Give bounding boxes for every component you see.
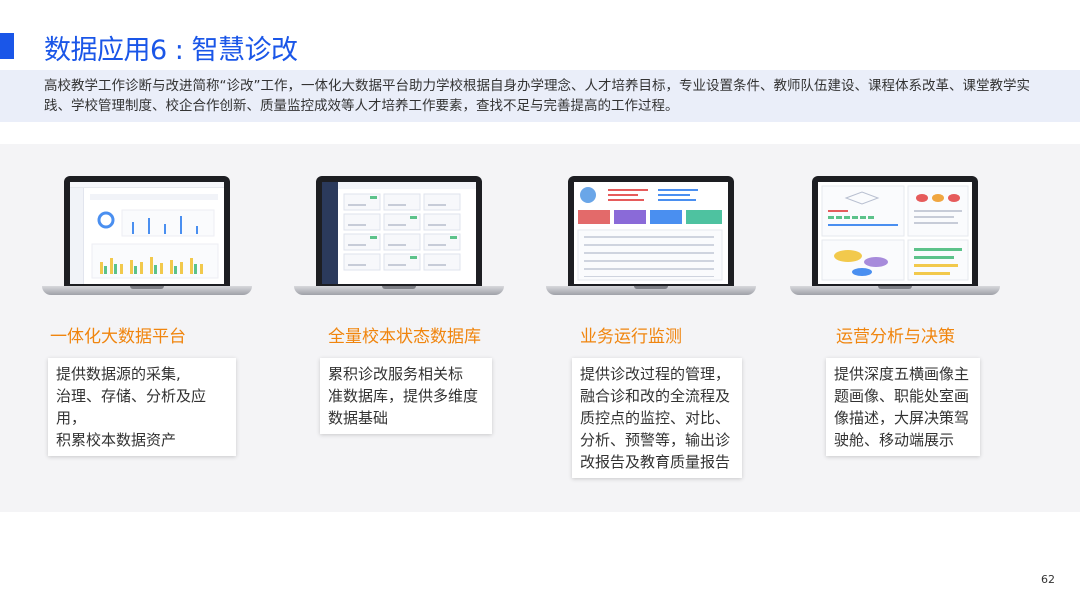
intro-paragraph: 高校教学工作诊断与改进简称“诊改”工作，一体化大数据平台助力学校根据自身办学理念… bbox=[0, 70, 1080, 122]
platform-screen-icon bbox=[90, 194, 219, 279]
title-accent-bar bbox=[0, 33, 14, 59]
card-title-decision: 运营分析与决策 bbox=[832, 322, 959, 352]
card-title-database: 全量校本状态数据库 bbox=[324, 322, 485, 352]
decision-screen-icon bbox=[821, 185, 969, 281]
laptop-dashboard-icon bbox=[294, 172, 504, 298]
card-text-monitoring: 提供诊改过程的管理， 融合诊和改的全流程及 质控点的监控、对比、 分析、预警等，… bbox=[572, 358, 742, 478]
database-screen-icon bbox=[338, 182, 476, 271]
laptop-dashboard-icon bbox=[42, 172, 252, 298]
card-text-decision: 提供深度五横画像主 题画像、职能处室画 像描述，大屏决策驾 驶舱、移动端展示 bbox=[826, 358, 980, 456]
laptop-dashboard-icon bbox=[546, 172, 756, 298]
card-title-platform: 一体化大数据平台 bbox=[46, 322, 190, 352]
monitoring-screen-icon bbox=[577, 187, 723, 281]
page-title: 数据应用6 : 智慧诊改 bbox=[44, 35, 298, 66]
card-text-platform: 提供数据源的采集, 治理、存储、分析及应用， 积累校本数据资产 bbox=[48, 358, 236, 456]
laptop-dashboard-icon bbox=[790, 172, 1000, 298]
card-text-database: 累积诊改服务相关标 准数据库，提供多维度 数据基础 bbox=[320, 358, 492, 434]
card-title-monitoring: 业务运行监测 bbox=[576, 322, 686, 352]
page-number: 62 bbox=[1041, 573, 1055, 586]
